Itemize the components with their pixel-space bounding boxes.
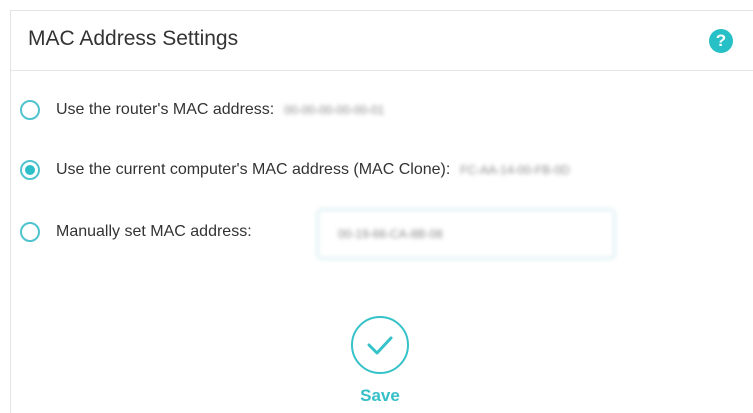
panel-header: MAC Address Settings ? xyxy=(11,11,753,71)
page-title: MAC Address Settings xyxy=(28,27,239,50)
option-clone-mac[interactable]: Use the current computer's MAC address (… xyxy=(20,160,570,180)
option-router-mac[interactable]: Use the router's MAC address: 00-00-00-0… xyxy=(20,100,384,120)
clone-mac-value: FC-AA-14-00-FB-0D xyxy=(460,163,570,177)
help-icon[interactable]: ? xyxy=(709,29,733,53)
save-button[interactable] xyxy=(351,316,409,374)
router-mac-label: Use the router's MAC address: xyxy=(56,101,275,118)
clone-mac-radio[interactable] xyxy=(20,160,40,180)
manual-mac-radio[interactable] xyxy=(20,222,40,242)
manual-mac-input[interactable] xyxy=(317,209,615,259)
clone-mac-label: Use the current computer's MAC address (… xyxy=(56,161,451,178)
save-label: Save xyxy=(360,386,400,405)
manual-mac-label: Manually set MAC address: xyxy=(56,223,252,240)
option-manual-mac[interactable]: Manually set MAC address: xyxy=(20,222,252,242)
router-mac-radio[interactable] xyxy=(20,100,40,120)
router-mac-value: 00-00-00-00-00-01 xyxy=(284,103,385,117)
save-control[interactable]: Save xyxy=(348,316,412,406)
checkmark-icon xyxy=(367,336,393,355)
